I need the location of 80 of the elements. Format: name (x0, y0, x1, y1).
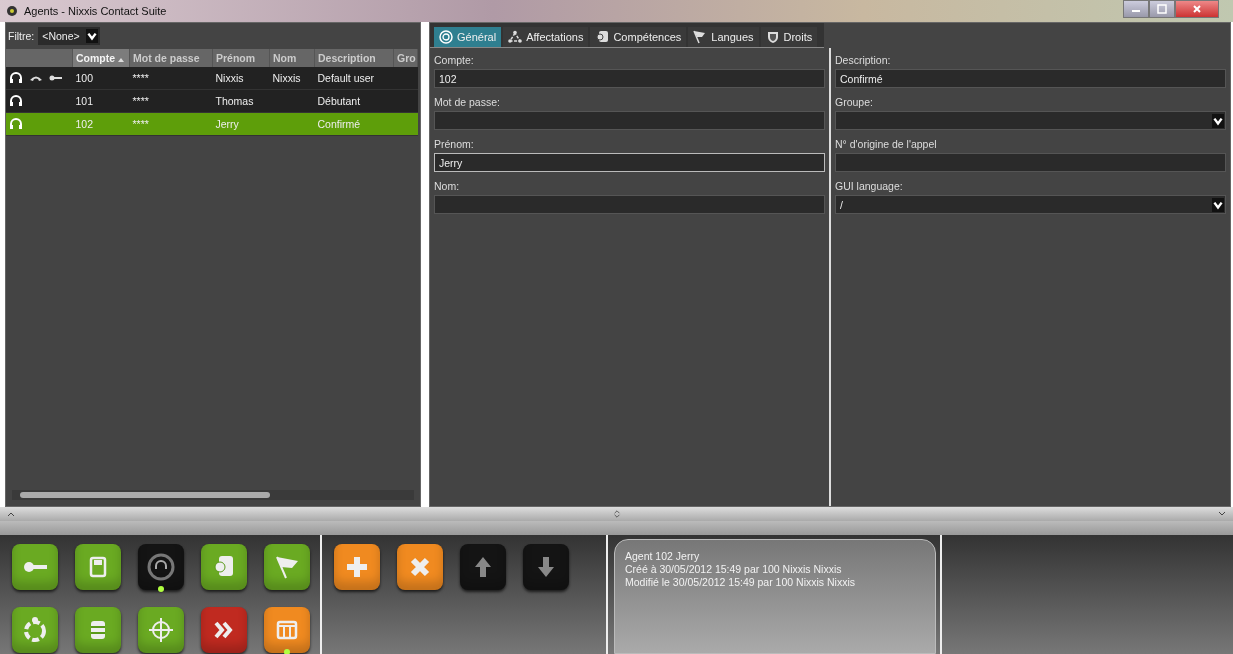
window-title: Agents - Nixxis Contact Suite (24, 5, 168, 17)
flag-button[interactable] (264, 544, 310, 590)
tab[interactable]: Droits (760, 27, 818, 47)
info-text: Modifié le 30/05/2012 15:49 par 100 Nixxis Nixxis (625, 576, 856, 588)
table-cell: Default user (314, 67, 394, 90)
field-label: Prénom: (434, 138, 475, 150)
flag-icon (693, 30, 708, 44)
plus-button[interactable] (334, 544, 380, 590)
text-field[interactable] (434, 195, 825, 214)
sort-icon (118, 58, 125, 62)
table-cell: Nixxis (212, 67, 270, 90)
column-header[interactable]: Description (314, 49, 394, 67)
field-label: Mot de passe: (434, 96, 501, 108)
headset-icon (9, 117, 23, 131)
horizontal-scrollbar[interactable] (12, 490, 414, 500)
column-header[interactable]: Nom (269, 49, 315, 67)
table-row[interactable]: 101 **** Thomas Débutant (6, 89, 418, 113)
crosshair-button[interactable] (138, 607, 184, 653)
field-label: Nom: (434, 180, 461, 192)
app-icon (6, 5, 18, 17)
table-cell: **** (129, 67, 213, 90)
info-text: Agent 102 Jerry (625, 550, 701, 562)
floppy-disk-button[interactable] (75, 544, 121, 590)
close-icon (1192, 4, 1202, 14)
field-label: Compte: (434, 54, 475, 66)
dropdown-field[interactable] (835, 111, 1226, 130)
chevron-down-icon (1212, 113, 1224, 128)
arrow-down-button[interactable] (523, 544, 569, 590)
field-label: GUI language: (835, 180, 904, 192)
filter-label: Filtre: (8, 30, 35, 42)
table-cell: 100 (72, 67, 130, 90)
certificate-icon (595, 30, 610, 44)
chevron-down-icon (1212, 197, 1224, 212)
double-chevron-button[interactable] (201, 607, 247, 653)
chevron-down-icon (85, 29, 98, 43)
close-button[interactable] (1175, 0, 1219, 18)
maximize-icon (1157, 4, 1167, 14)
text-field[interactable]: 102 (434, 69, 825, 88)
field-label: Groupe: (835, 96, 874, 108)
list-button[interactable] (75, 607, 121, 653)
dropdown-field[interactable]: / (835, 195, 1226, 214)
field-label: Description: (835, 54, 892, 66)
column-header[interactable]: Mot de passe (129, 49, 213, 67)
filter-dropdown[interactable]: <None> (38, 27, 100, 45)
maximize-button[interactable] (1149, 0, 1175, 18)
shield-icon (765, 30, 780, 44)
columns-button[interactable] (264, 607, 310, 653)
headset-icon (9, 94, 23, 108)
expand-icon (611, 510, 622, 518)
tab[interactable]: Affectations (503, 27, 589, 47)
field-label: N° d'origine de l'appel (835, 138, 938, 150)
column-header[interactable]: Compte (72, 49, 130, 67)
indicator-dot (158, 586, 164, 592)
people-circle-button[interactable] (12, 607, 58, 653)
certificate-button[interactable] (201, 544, 247, 590)
chevron-up-icon (6, 510, 16, 518)
key-button[interactable] (12, 544, 58, 590)
text-field[interactable] (835, 153, 1226, 172)
text-field[interactable] (434, 111, 825, 130)
table-row[interactable]: 100 **** Nixxis Nixxis Default user (6, 67, 418, 90)
headset-icon (9, 71, 23, 85)
arrow-up-button[interactable] (460, 544, 506, 590)
column-header[interactable]: Prénom (212, 49, 270, 67)
info-text: Créé à 30/05/2012 15:49 par 100 Nixxis Nixxis (625, 563, 843, 575)
close-button[interactable] (397, 544, 443, 590)
text-field[interactable]: Jerry (434, 153, 825, 172)
indicator-dot (284, 649, 290, 654)
tab[interactable]: Général (434, 27, 502, 47)
headset-icon (146, 552, 176, 582)
tab[interactable]: Compétences (590, 27, 687, 47)
target-icon (439, 30, 453, 44)
text-field[interactable]: Confirmé (835, 69, 1226, 88)
column-header[interactable]: Gro (393, 49, 418, 67)
headset-button[interactable] (138, 544, 184, 590)
minimize-button[interactable] (1123, 0, 1149, 18)
chevron-down-icon (1217, 510, 1227, 518)
people-triangle-icon (508, 30, 523, 44)
tab[interactable]: Langues (688, 27, 759, 47)
table-cell: Nixxis (269, 67, 315, 90)
crosshair-icon (146, 615, 176, 645)
